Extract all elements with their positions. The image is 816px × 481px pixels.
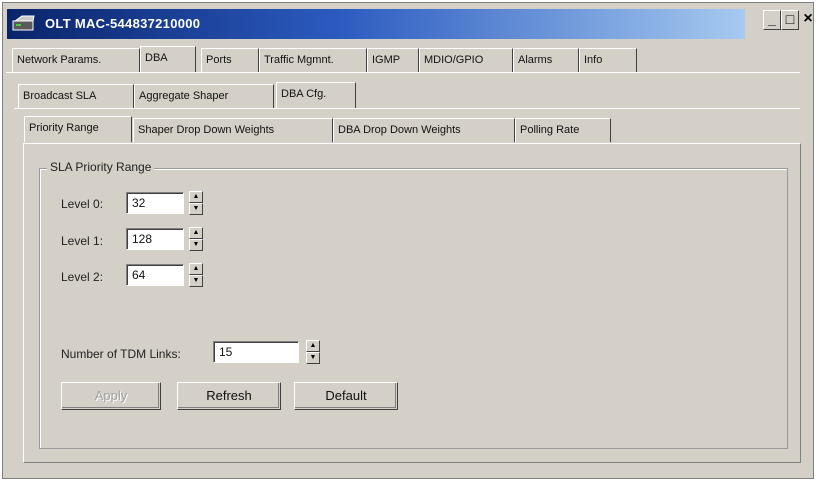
tabrow-dba-line xyxy=(14,108,800,109)
level-2-label: Level 2: xyxy=(61,270,104,284)
tab-mdio-gpio[interactable]: MDIO/GPIO xyxy=(419,48,513,72)
level-0-label: Level 0: xyxy=(61,197,104,211)
level-0-input[interactable] xyxy=(126,192,184,214)
level-1-input[interactable] xyxy=(126,228,184,250)
tab-info[interactable]: Info xyxy=(579,48,637,72)
tab-dba-drop-down-weights[interactable]: DBA Drop Down Weights xyxy=(333,118,515,142)
tabrow-main-line xyxy=(6,72,800,73)
window-title: OLT MAC-544837210000 xyxy=(45,16,201,31)
level-1-spinner[interactable]: ▲ ▼ xyxy=(189,227,203,251)
minimize-button[interactable]: _ xyxy=(763,10,781,30)
tab-igmp[interactable]: IGMP xyxy=(367,48,419,72)
spin-up-icon[interactable]: ▲ xyxy=(306,340,320,352)
olt-device-icon xyxy=(12,15,35,31)
maximize-button[interactable]: □ xyxy=(781,10,799,30)
spin-down-icon[interactable]: ▼ xyxy=(189,239,203,251)
tab-traffic-mgmnt[interactable]: Traffic Mgmnt. xyxy=(259,48,367,72)
level-0-spinner[interactable]: ▲ ▼ xyxy=(189,191,203,215)
title-bar[interactable]: OLT MAC-544837210000 xyxy=(7,9,745,39)
default-button[interactable]: Default xyxy=(294,382,398,410)
tab-dba[interactable]: DBA xyxy=(140,46,196,72)
apply-button[interactable]: Apply xyxy=(61,382,161,410)
spin-down-icon[interactable]: ▼ xyxy=(306,352,320,364)
tab-alarms[interactable]: Alarms xyxy=(513,48,579,72)
tdm-links-spinner[interactable]: ▲ ▼ xyxy=(306,340,320,364)
spin-down-icon[interactable]: ▼ xyxy=(189,275,203,287)
group-legend: SLA Priority Range xyxy=(47,160,155,174)
tab-priority-range[interactable]: Priority Range xyxy=(24,116,132,142)
close-button[interactable]: × xyxy=(799,10,816,30)
tdm-links-input[interactable] xyxy=(213,341,299,363)
tdm-links-label: Number of TDM Links: xyxy=(61,347,181,361)
tab-broadcast-sla[interactable]: Broadcast SLA xyxy=(18,84,134,108)
spin-up-icon[interactable]: ▲ xyxy=(189,227,203,239)
tab-polling-rate[interactable]: Polling Rate xyxy=(515,118,611,142)
tab-network-params[interactable]: Network Params. xyxy=(12,48,140,72)
level-1-label: Level 1: xyxy=(61,234,104,248)
tab-dba-cfg[interactable]: DBA Cfg. xyxy=(276,82,356,108)
tab-ports[interactable]: Ports xyxy=(201,48,259,72)
spin-up-icon[interactable]: ▲ xyxy=(189,191,203,203)
tab-shaper-drop-down-weights[interactable]: Shaper Drop Down Weights xyxy=(133,118,333,142)
spin-down-icon[interactable]: ▼ xyxy=(189,203,203,215)
spin-up-icon[interactable]: ▲ xyxy=(189,263,203,275)
level-2-spinner[interactable]: ▲ ▼ xyxy=(189,263,203,287)
tab-aggregate-shaper[interactable]: Aggregate Shaper xyxy=(134,84,274,108)
refresh-button[interactable]: Refresh xyxy=(177,382,281,410)
level-2-input[interactable] xyxy=(126,264,184,286)
